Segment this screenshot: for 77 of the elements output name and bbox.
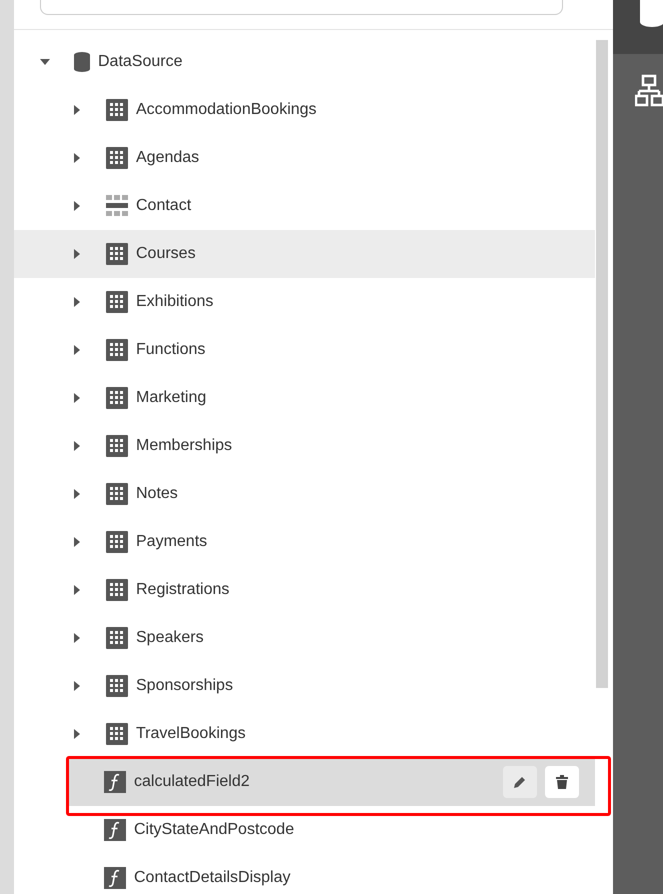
grid-icon <box>106 483 128 505</box>
tree-item[interactable]: Speakers <box>14 614 595 662</box>
database-icon <box>640 0 663 28</box>
expand-arrow-icon[interactable] <box>72 489 82 499</box>
grid-icon <box>106 675 128 697</box>
item-label: DataSource <box>98 52 182 72</box>
item-label: calculatedField2 <box>134 772 250 792</box>
edit-button[interactable] <box>503 766 537 798</box>
expand-arrow-icon[interactable] <box>72 681 82 691</box>
expand-arrow-icon[interactable] <box>72 633 82 643</box>
tree-item[interactable]: calculatedField2 <box>68 758 595 806</box>
tree-item[interactable]: TravelBookings <box>14 710 595 758</box>
item-label: Marketing <box>136 388 206 408</box>
tree-item[interactable]: Courses <box>14 230 595 278</box>
expand-arrow-icon[interactable] <box>72 249 82 259</box>
item-label: Courses <box>136 244 196 264</box>
scrollbar-thumb[interactable] <box>596 40 608 688</box>
expand-arrow-icon[interactable] <box>72 537 82 547</box>
item-label: Sponsorships <box>136 676 233 696</box>
item-label: AccommodationBookings <box>136 100 317 120</box>
tree-item[interactable]: Exhibitions <box>14 278 595 326</box>
tree-item[interactable]: Sponsorships <box>14 662 595 710</box>
grid-icon <box>106 291 128 313</box>
grid-icon <box>106 195 128 217</box>
grid-icon <box>106 339 128 361</box>
grid-icon <box>106 579 128 601</box>
expand-arrow-icon[interactable] <box>72 153 82 163</box>
pencil-icon <box>513 775 527 789</box>
tree-item[interactable]: Payments <box>14 518 595 566</box>
expand-arrow-icon[interactable] <box>72 105 82 115</box>
tree-item[interactable]: CityStateAndPostcode <box>14 806 595 854</box>
item-label: CityStateAndPostcode <box>134 820 294 840</box>
delete-button[interactable] <box>545 766 579 798</box>
expand-arrow-icon[interactable] <box>72 297 82 307</box>
function-icon <box>104 867 126 889</box>
grid-icon <box>106 243 128 265</box>
item-label: Notes <box>136 484 178 504</box>
expand-arrow-icon[interactable] <box>72 585 82 595</box>
grid-icon <box>106 627 128 649</box>
grid-icon <box>106 99 128 121</box>
tree-item[interactable]: Memberships <box>14 422 595 470</box>
item-label: Memberships <box>136 436 232 456</box>
toolbar-active-tab[interactable] <box>613 0 663 54</box>
expand-arrow-icon[interactable] <box>72 441 82 451</box>
item-label: Agendas <box>136 148 200 168</box>
cylinder-icon <box>74 52 90 72</box>
item-label: Contact <box>136 196 192 216</box>
grid-icon <box>106 147 128 169</box>
tree-item[interactable]: ContactDetailsDisplay <box>14 854 595 894</box>
item-label: Speakers <box>136 628 204 648</box>
expand-arrow-icon[interactable] <box>72 345 82 355</box>
item-label: TravelBookings <box>136 724 246 744</box>
tree-item[interactable]: Contact <box>14 182 595 230</box>
item-label: Exhibitions <box>136 292 214 312</box>
tree-item[interactable]: Notes <box>14 470 595 518</box>
expand-arrow-icon[interactable] <box>72 201 82 211</box>
expand-arrow-icon[interactable] <box>40 57 50 67</box>
trash-icon <box>556 775 568 789</box>
tree-item[interactable]: Registrations <box>14 566 595 614</box>
search-field[interactable] <box>40 0 563 15</box>
item-label: Payments <box>136 532 208 552</box>
grid-icon <box>106 531 128 553</box>
grid-icon <box>106 387 128 409</box>
tree-item[interactable]: AccommodationBookings <box>14 86 595 134</box>
tree-item[interactable]: Marketing <box>14 374 595 422</box>
item-label: Registrations <box>136 580 230 600</box>
tree-item[interactable]: DataSource <box>14 38 595 86</box>
tree-item[interactable]: Agendas <box>14 134 595 182</box>
item-label: Functions <box>136 340 206 360</box>
function-icon <box>104 819 126 841</box>
grid-icon <box>106 723 128 745</box>
item-label: ContactDetailsDisplay <box>134 868 291 888</box>
expand-arrow-icon[interactable] <box>72 729 82 739</box>
grid-icon <box>106 435 128 457</box>
expand-arrow-icon[interactable] <box>72 393 82 403</box>
tree-item[interactable]: Functions <box>14 326 595 374</box>
function-icon <box>104 771 126 793</box>
